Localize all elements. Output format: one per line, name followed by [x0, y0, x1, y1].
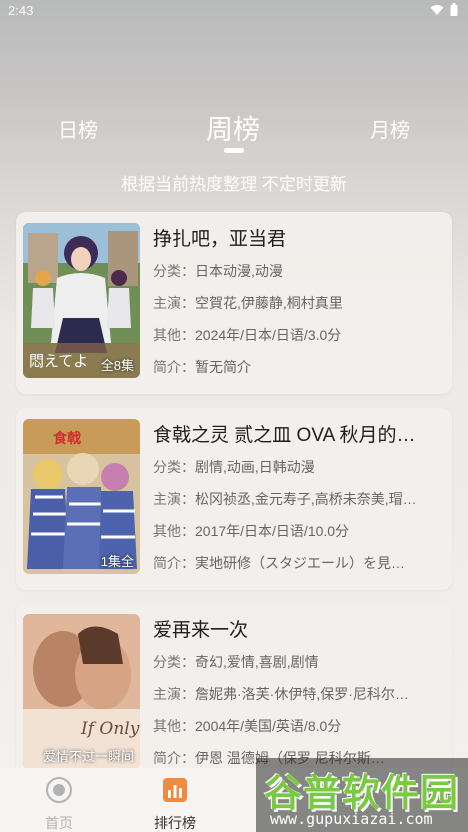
- status-time: 2:43: [8, 3, 34, 18]
- list-item[interactable]: 悶えてよ 全8集 挣扎吧，亚当君 分类：日本动漫,动漫 主演：空賀花,伊藤静,桐…: [16, 212, 452, 394]
- tab-month[interactable]: 月榜: [370, 114, 410, 143]
- genre-label: 分类：: [153, 459, 195, 475]
- item-other: 其他：2004年/美国/英语/8.0分: [153, 710, 445, 742]
- item-info: 爱再来一次 分类：奇幻,爱情,喜剧,剧情 主演：詹妮弗·洛芙·休伊特,保罗·尼科…: [153, 616, 445, 774]
- item-cast: 主演：詹妮弗·洛芙·休伊特,保罗·尼科尔…: [153, 678, 445, 710]
- item-intro: 简介：実地研修（スタジエール）を見…: [153, 547, 445, 579]
- intro-value: 実地研修（スタジエール）を見…: [195, 555, 405, 571]
- status-bar: 2:43: [0, 0, 468, 24]
- nav-rank-label: 排行榜: [154, 815, 196, 831]
- cast-label: 主演：: [153, 491, 195, 507]
- watermark-url: www.gupuxiazai.com: [270, 810, 433, 828]
- svg-text:If Only: If Only: [80, 719, 140, 739]
- item-title: 食戟之灵 贰之皿 OVA 秋月的…: [153, 425, 416, 446]
- other-value: 2024年/日本/日语/3.0分: [195, 327, 342, 343]
- genre-label: 分类：: [153, 654, 195, 670]
- other-label: 其他：: [153, 718, 195, 734]
- cast-value: 松冈祯丞,金元寿子,高桥未奈美,瑁…: [195, 491, 417, 507]
- genre-value: 日本动漫,动漫: [195, 263, 283, 279]
- item-title: 爱再来一次: [153, 620, 249, 641]
- tab-active-indicator: [224, 148, 244, 153]
- chart-icon: [163, 778, 187, 802]
- intro-label: 简介：: [153, 555, 195, 571]
- cast-label: 主演：: [153, 295, 195, 311]
- item-info: 挣扎吧，亚当君 分类：日本动漫,动漫 主演：空賀花,伊藤静,桐村真里 其他：20…: [153, 225, 445, 383]
- poster-caption: 爱情不过一瞬间: [42, 749, 134, 764]
- other-value: 2017年/日本/日语/10.0分: [195, 523, 350, 539]
- item-cast: 主演：松冈祯丞,金元寿子,高桥未奈美,瑁…: [153, 483, 445, 515]
- ranking-subtitle: 根据当前热度整理 不定时更新: [121, 175, 347, 194]
- episode-badge: 全8集: [100, 358, 134, 373]
- other-label: 其他：: [153, 523, 195, 539]
- item-other: 其他：2017年/日本/日语/10.0分: [153, 515, 445, 547]
- item-cast: 主演：空賀花,伊藤静,桐村真里: [153, 287, 445, 319]
- genre-value: 奇幻,爱情,喜剧,剧情: [195, 654, 319, 670]
- status-icons: [430, 3, 458, 16]
- svg-text:悶えてよ: 悶えてよ: [29, 352, 88, 370]
- item-genre: 分类：奇幻,爱情,喜剧,剧情: [153, 646, 445, 678]
- item-genre: 分类：日本动漫,动漫: [153, 255, 445, 287]
- poster-image: 食戟 1集全: [23, 419, 140, 574]
- cast-value: 詹妮弗·洛芙·休伊特,保罗·尼科尔…: [195, 686, 409, 702]
- intro-value: 暂无简介: [195, 359, 251, 375]
- intro-label: 简介：: [153, 750, 195, 766]
- nav-item-rank[interactable]: 排行榜: [140, 776, 210, 832]
- item-title: 挣扎吧，亚当君: [153, 229, 287, 250]
- cast-label: 主演：: [153, 686, 195, 702]
- item-intro: 简介：暂无简介: [153, 351, 445, 383]
- ranking-tabs: 日榜 周榜 月榜: [0, 104, 468, 154]
- tab-day[interactable]: 日榜: [58, 114, 98, 143]
- list-item[interactable]: 食戟 1集全 食戟之灵 贰之皿 OVA 秋月的… 分类：剧情,动画,日韩动漫 主…: [16, 408, 452, 590]
- other-value: 2004年/美国/英语/8.0分: [195, 718, 342, 734]
- intro-label: 简介：: [153, 359, 195, 375]
- poster-image: If Only 爱情不过一瞬间: [23, 614, 140, 769]
- svg-text:食戟: 食戟: [53, 430, 82, 447]
- item-other: 其他：2024年/日本/日语/3.0分: [153, 319, 445, 351]
- item-info: 食戟之灵 贰之皿 OVA 秋月的… 分类：剧情,动画,日韩动漫 主演：松冈祯丞,…: [153, 421, 445, 579]
- poster-image: 悶えてよ 全8集: [23, 223, 140, 378]
- nav-home-label: 首页: [45, 815, 73, 831]
- nav-item-home[interactable]: 首页: [24, 776, 94, 832]
- item-genre: 分类：剧情,动画,日韩动漫: [153, 451, 445, 483]
- wifi-icon: [430, 4, 444, 15]
- cast-value: 空賀花,伊藤静,桐村真里: [195, 295, 343, 311]
- genre-label: 分类：: [153, 263, 195, 279]
- episode-badge: 1集全: [100, 554, 134, 569]
- watermark: 谷普软件园 www.gupuxiazai.com: [256, 758, 468, 832]
- tab-week[interactable]: 周榜: [206, 108, 260, 147]
- other-label: 其他：: [153, 327, 195, 343]
- watermark-title: 谷普软件园: [264, 771, 460, 815]
- genre-value: 剧情,动画,日韩动漫: [195, 459, 315, 475]
- home-icon: [46, 777, 72, 803]
- battery-icon: [450, 3, 458, 16]
